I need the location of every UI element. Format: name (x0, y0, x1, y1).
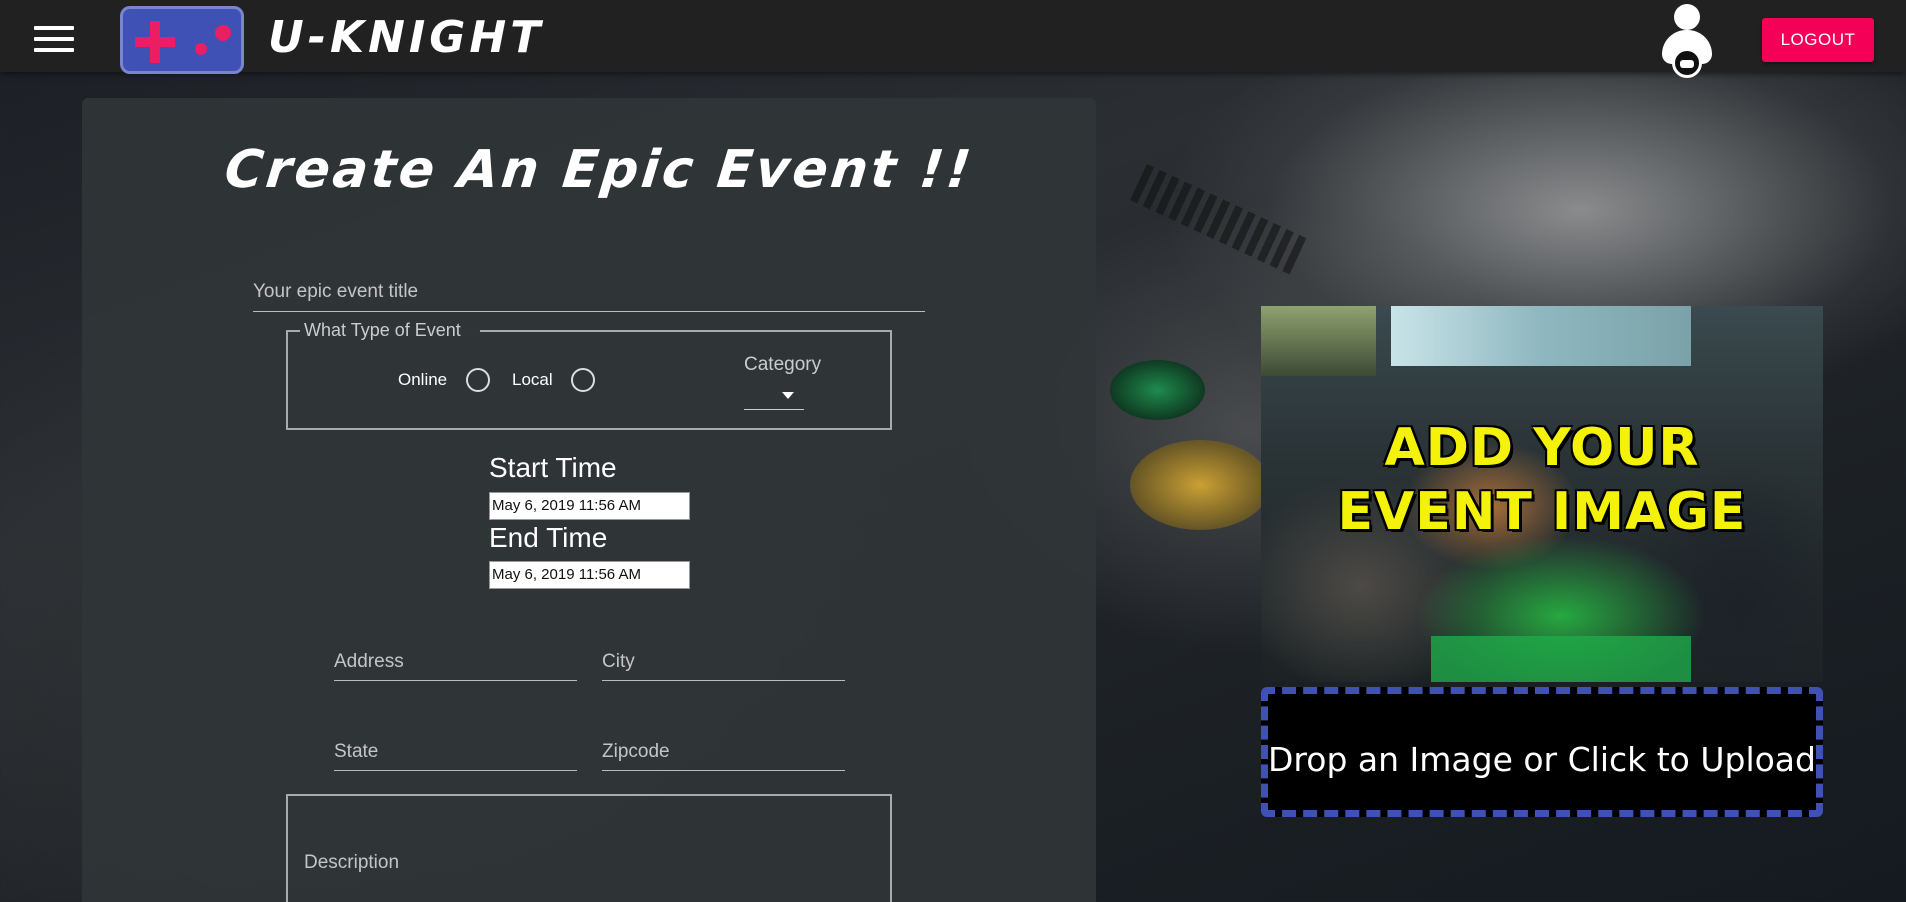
background-decoration (1129, 163, 1311, 277)
event-type-legend: What Type of Event (304, 320, 461, 340)
description-textarea[interactable]: Description (286, 794, 892, 902)
local-radio-label: Local (512, 370, 553, 389)
event-title-input[interactable]: Your epic event title (253, 276, 925, 312)
event-image-overlay-text: ADD YOUR EVENT IMAGE (1261, 416, 1823, 544)
address-input[interactable]: Address (334, 645, 577, 681)
overlay-line-1: ADD YOUR (1384, 418, 1700, 478)
gamepad-logo-icon[interactable] (120, 6, 244, 74)
image-dropzone[interactable]: Drop an Image or Click to Upload (1261, 687, 1823, 817)
state-input[interactable]: State (334, 735, 577, 771)
city-placeholder: City (602, 651, 635, 672)
end-time-label: End Time (489, 522, 608, 553)
online-radio-label: Online (398, 370, 448, 389)
event-image-preview[interactable]: ADD YOUR EVENT IMAGE (1261, 306, 1823, 682)
zipcode-input[interactable]: Zipcode (602, 735, 845, 771)
start-time-label: Start Time (489, 452, 617, 483)
state-placeholder: State (334, 741, 379, 762)
logout-button[interactable]: LOGOUT (1762, 18, 1874, 62)
hamburger-menu-icon[interactable] (34, 26, 74, 52)
local-radio[interactable] (571, 368, 595, 392)
end-time-input[interactable]: May 6, 2019 11:56 AM (489, 561, 690, 589)
address-placeholder: Address (334, 651, 404, 672)
start-time-input[interactable]: May 6, 2019 11:56 AM (489, 492, 690, 520)
user-gamepad-icon[interactable] (1660, 4, 1712, 78)
zipcode-placeholder: Zipcode (602, 741, 670, 762)
category-select[interactable] (744, 382, 804, 410)
dropzone-label: Drop an Image or Click to Upload (1268, 740, 1816, 779)
category-label: Category (744, 354, 822, 375)
brand-name[interactable]: U-KNIGHT (268, 12, 544, 63)
description-placeholder: Description (304, 852, 400, 873)
event-title-placeholder: Your epic event title (253, 281, 419, 302)
top-app-bar: U-KNIGHT LOGOUT (0, 0, 1906, 78)
background-green-button (1110, 360, 1205, 420)
background-yellow-button (1130, 440, 1270, 530)
page-title: Create An Epic Event !! (221, 140, 977, 200)
city-input[interactable]: City (602, 645, 845, 681)
overlay-line-2: EVENT IMAGE (1337, 482, 1747, 542)
online-radio[interactable] (466, 368, 490, 392)
event-type-fieldset: What Type of Event Online Local Category (286, 320, 892, 430)
